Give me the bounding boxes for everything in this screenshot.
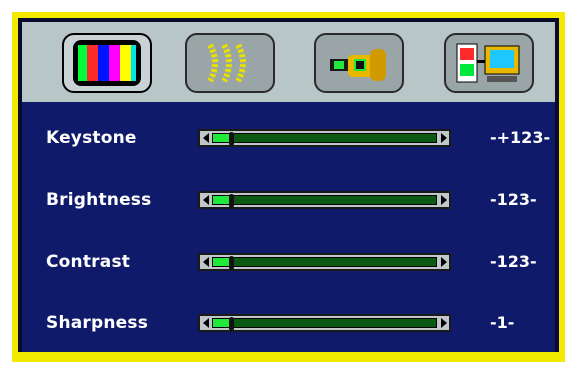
right-arrow-icon[interactable] (438, 317, 448, 329)
slider-thumb[interactable] (228, 317, 234, 331)
left-arrow-icon[interactable] (201, 194, 211, 206)
sharpness-slider[interactable] (198, 314, 451, 332)
left-arrow-icon[interactable] (201, 132, 211, 144)
setting-label: Sharpness (46, 313, 149, 333)
slider-track (212, 256, 437, 270)
setting-label: Contrast (46, 252, 131, 272)
setting-value: -123- (490, 190, 537, 209)
slider-thumb[interactable] (228, 194, 234, 208)
network-monitor-icon (455, 40, 523, 86)
contrast-slider[interactable] (198, 253, 451, 271)
brightness-slider[interactable] (198, 191, 451, 209)
setting-row-keystone: Keystone -+123- (22, 118, 555, 158)
left-arrow-icon[interactable] (201, 317, 211, 329)
slider-track (212, 132, 437, 146)
left-arrow-icon[interactable] (201, 256, 211, 268)
setting-value: -123- (490, 252, 537, 271)
slider-thumb[interactable] (228, 256, 234, 270)
setting-value: -+123- (490, 128, 551, 147)
slider-thumb[interactable] (228, 132, 234, 146)
menu-tab-bar (22, 22, 555, 102)
tab-setup[interactable] (314, 33, 404, 93)
color-bars-icon (72, 39, 142, 87)
wrench-icon (326, 41, 392, 85)
tab-audio[interactable] (185, 33, 275, 93)
right-arrow-icon[interactable] (438, 256, 448, 268)
setting-row-contrast: Contrast -123- (22, 242, 555, 282)
setting-row-brightness: Brightness -123- (22, 180, 555, 220)
slider-track (212, 317, 437, 331)
settings-panel: Keystone -+123- Brightness -123- Contras… (22, 102, 555, 352)
tab-picture-color[interactable] (62, 33, 152, 93)
setting-value: -1- (490, 313, 515, 332)
keystone-slider[interactable] (198, 129, 451, 147)
setting-label: Brightness (46, 190, 152, 210)
setting-label: Keystone (46, 128, 137, 148)
waves-icon (200, 41, 260, 85)
setting-row-sharpness: Sharpness -1- (22, 303, 555, 343)
tab-input-source[interactable] (444, 33, 534, 93)
slider-track (212, 194, 437, 208)
right-arrow-icon[interactable] (438, 194, 448, 206)
right-arrow-icon[interactable] (438, 132, 448, 144)
